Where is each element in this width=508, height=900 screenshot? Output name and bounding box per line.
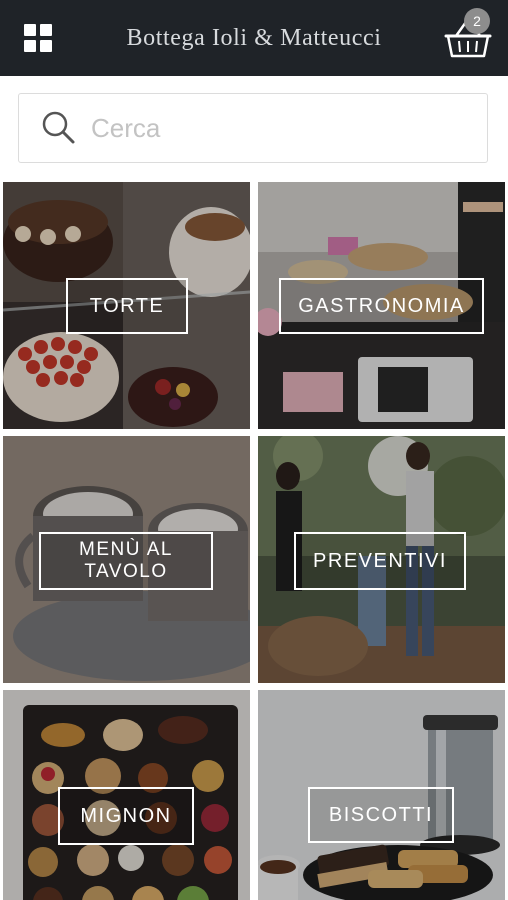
category-label-torte: TORTE	[66, 278, 188, 334]
category-tile-gastronomia[interactable]: GASTRONOMIA	[258, 182, 505, 429]
category-label-biscotti: BISCOTTI	[308, 787, 454, 843]
category-tile-preventivi[interactable]: PREVENTIVI	[258, 436, 505, 683]
category-label-menu-al-tavolo: MENÙ AL TAVOLO	[39, 532, 213, 590]
top-app-bar: Bottega Ioli & Matteucci 2	[0, 0, 508, 76]
category-tile-torte[interactable]: TORTE	[3, 182, 250, 429]
grid-menu-icon[interactable]	[24, 24, 54, 54]
category-grid: TORTE GASTRONOMIA MENÙ AL TAVOLO PREVENT…	[0, 182, 508, 900]
search-bar[interactable]	[18, 93, 488, 163]
category-tile-biscotti[interactable]: BISCOTTI	[258, 690, 505, 900]
cart-button[interactable]: 2	[442, 8, 494, 62]
category-label-mignon: MIGNON	[58, 787, 194, 845]
search-icon	[42, 111, 75, 144]
category-label-preventivi: PREVENTIVI	[294, 532, 466, 590]
app-title: Bottega Ioli & Matteucci	[126, 24, 382, 51]
category-tile-mignon[interactable]: MIGNON	[3, 690, 250, 900]
category-tile-menu-al-tavolo[interactable]: MENÙ AL TAVOLO	[3, 436, 250, 683]
search-input[interactable]	[89, 111, 433, 145]
cart-count-badge: 2	[464, 8, 490, 34]
category-label-gastronomia: GASTRONOMIA	[279, 278, 484, 334]
